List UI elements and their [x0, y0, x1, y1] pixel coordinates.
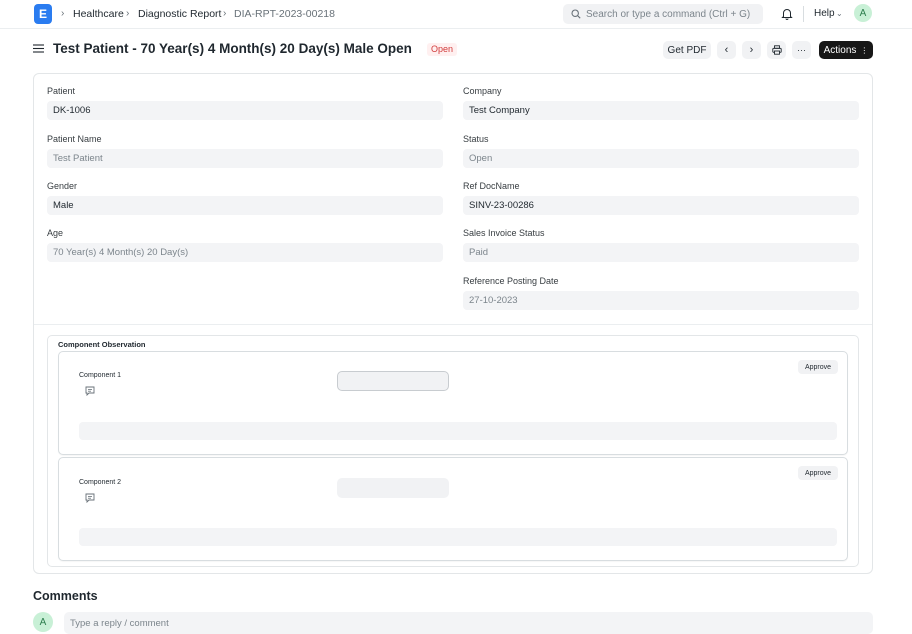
actions-label: Actions	[823, 44, 857, 56]
printer-icon	[771, 45, 782, 55]
section-divider	[34, 324, 872, 325]
search-input[interactable]	[586, 6, 756, 22]
field-status: Open	[463, 149, 859, 168]
ellipsis-icon: ···	[797, 45, 806, 55]
sidebar-toggle-icon[interactable]	[33, 43, 44, 54]
chevron-down-icon[interactable]: ⌄	[836, 9, 843, 18]
avatar-letter: A	[39, 616, 47, 628]
component-label-1: Component 1	[79, 372, 122, 379]
field-patient[interactable]: DK-1006	[47, 101, 443, 120]
field-label-patient-name: Patient Name	[47, 134, 102, 144]
search-bar[interactable]	[563, 4, 763, 24]
app-logo[interactable]: E	[34, 4, 52, 24]
comment-icon[interactable]	[85, 493, 95, 503]
comment-icon[interactable]	[85, 386, 95, 396]
field-label-company: Company	[463, 86, 502, 96]
component-result-input-1[interactable]	[337, 371, 449, 391]
field-sales-invoice-status: Paid	[463, 243, 859, 262]
component-observation-title: Component Observation	[58, 340, 146, 349]
breadcrumb-healthcare[interactable]: Healthcare	[73, 8, 124, 20]
page-title: Test Patient - 70 Year(s) 4 Month(s) 20 …	[53, 41, 412, 56]
logo-letter: E	[38, 7, 47, 21]
field-label-sales-invoice-status: Sales Invoice Status	[463, 228, 545, 238]
navbar-divider	[803, 6, 804, 22]
chevron-right-icon: ›	[61, 8, 65, 19]
more-options-button[interactable]: ···	[792, 41, 811, 59]
status-badge: Open	[427, 43, 458, 56]
comment-box[interactable]	[64, 612, 873, 634]
breadcrumb-current-doc[interactable]: DIA-RPT-2023-00218	[234, 8, 335, 20]
navbar: E › Healthcare › Diagnostic Report › DIA…	[0, 0, 912, 29]
field-label-age: Age	[47, 228, 64, 238]
chevron-right-icon: ›	[223, 8, 227, 19]
field-label-gender: Gender	[47, 181, 78, 191]
approve-label: Approve	[804, 469, 832, 477]
chevron-right-icon: ›	[126, 8, 130, 19]
bell-icon[interactable]	[781, 7, 793, 20]
comments-heading: Comments	[33, 589, 98, 603]
component-label-2: Component 2	[79, 479, 122, 486]
approve-label: Approve	[804, 363, 832, 371]
field-patient-name: Test Patient	[47, 149, 443, 168]
comment-avatar: A	[33, 612, 53, 632]
comment-input[interactable]	[64, 612, 873, 634]
field-label-patient: Patient	[47, 86, 76, 96]
avatar-letter: A	[859, 7, 867, 19]
search-icon	[571, 9, 581, 19]
get-pdf-label: Get PDF	[667, 44, 707, 56]
help-menu[interactable]: Help	[814, 8, 835, 19]
breadcrumb-diagnostic-report[interactable]: Diagnostic Report	[138, 8, 221, 20]
component-remarks-field-2[interactable]	[79, 528, 837, 546]
field-reference-posting-date: 27-10-2023	[463, 291, 859, 310]
actions-button[interactable]: Actions ⋮	[819, 41, 873, 59]
approve-button-1[interactable]: Approve	[798, 360, 838, 374]
field-company[interactable]: Test Company	[463, 101, 859, 120]
get-pdf-button[interactable]: Get PDF	[663, 41, 711, 59]
field-label-ref-docname: Ref DocName	[463, 181, 520, 191]
print-button[interactable]	[767, 41, 786, 59]
approve-button-2[interactable]: Approve	[798, 466, 838, 480]
field-ref-docname[interactable]: SINV-23-00286	[463, 196, 859, 215]
field-age: 70 Year(s) 4 Month(s) 20 Day(s)	[47, 243, 443, 262]
chevron-right-icon: ›	[749, 44, 754, 56]
component-remarks-field-1[interactable]	[79, 422, 837, 440]
field-gender[interactable]: Male	[47, 196, 443, 215]
component-result-input-2[interactable]	[337, 478, 449, 498]
kebab-icon: ⋮	[860, 45, 869, 55]
field-label-status: Status	[463, 134, 489, 144]
user-avatar[interactable]: A	[854, 4, 872, 22]
previous-doc-button[interactable]: ‹	[717, 41, 736, 59]
next-doc-button[interactable]: ›	[742, 41, 761, 59]
chevron-left-icon: ‹	[724, 44, 729, 56]
field-label-reference-posting-date: Reference Posting Date	[463, 276, 559, 286]
